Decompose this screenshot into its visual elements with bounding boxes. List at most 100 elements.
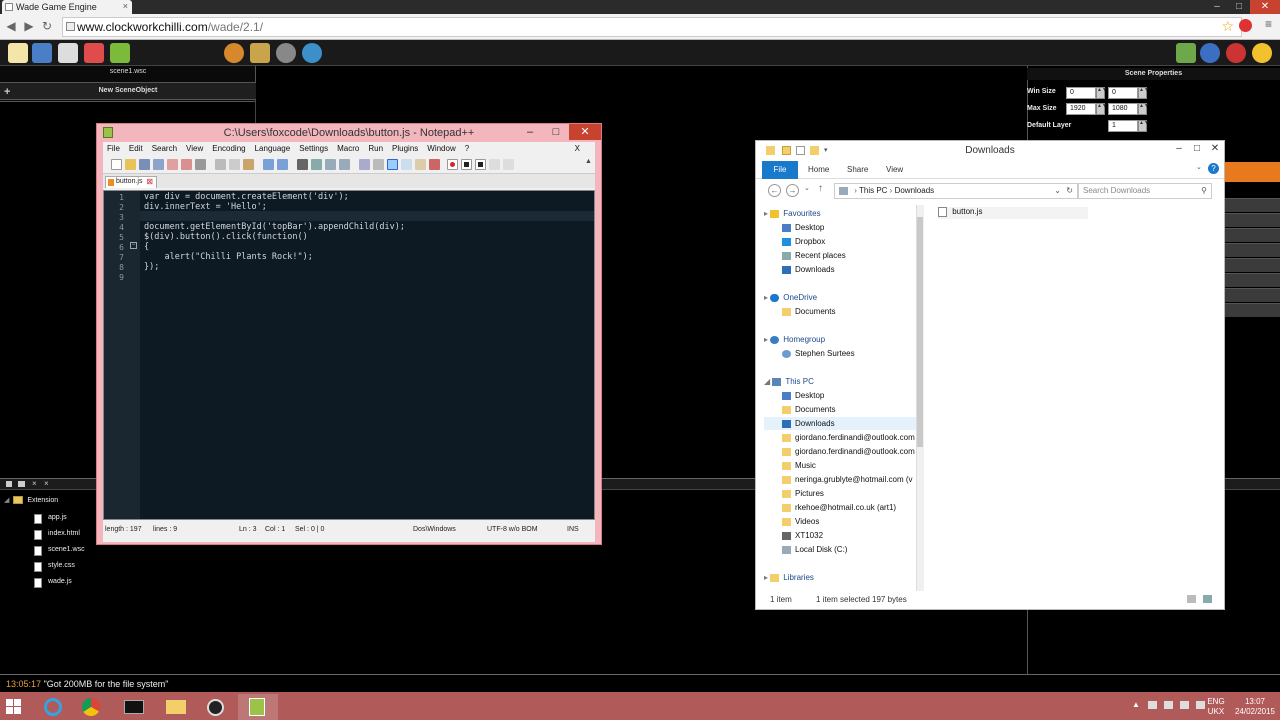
default-layer-input[interactable]: 1 (1108, 120, 1138, 132)
back-arrow-icon[interactable]: ◀ (4, 19, 18, 33)
replace-icon[interactable] (311, 159, 322, 170)
tree-root[interactable]: ◢ Extension (4, 496, 58, 505)
open-folder-icon[interactable] (32, 43, 52, 63)
nav-item[interactable]: giordano.ferdinandi@outlook.com (782, 447, 915, 456)
quick-access-folder-icon[interactable] (782, 146, 791, 155)
network-icon[interactable] (1180, 701, 1189, 709)
doc-map-icon[interactable] (415, 159, 426, 170)
property-row[interactable] (1225, 213, 1280, 227)
cut-icon[interactable] (215, 159, 226, 170)
undo-icon[interactable] (263, 159, 274, 170)
new-file-icon[interactable] (8, 43, 28, 63)
run-macro-multiple-icon[interactable] (489, 159, 500, 170)
explorer-title-bar[interactable]: ▾ Downloads – □ ✕ (756, 141, 1224, 161)
minimize-icon[interactable]: – (517, 124, 543, 140)
sun-icon[interactable] (224, 43, 244, 63)
obs-icon[interactable] (196, 694, 236, 720)
file-explorer-icon[interactable] (156, 694, 196, 720)
battery-icon[interactable] (1164, 701, 1173, 709)
tree-file-item[interactable]: app.js (34, 514, 67, 524)
redo-icon[interactable] (277, 159, 288, 170)
reload-icon[interactable]: ↻ (40, 19, 54, 33)
menu-encoding[interactable]: Encoding (212, 142, 245, 156)
max-size-width-spinner[interactable]: ▲▼ (1096, 103, 1107, 115)
notepad-plus-plus-icon[interactable] (238, 694, 278, 720)
selected-property-row[interactable] (1225, 162, 1280, 182)
maximize-icon[interactable]: □ (1228, 0, 1250, 14)
nav-item[interactable]: rkehoe@hotmail.co.uk (art1) (782, 503, 896, 512)
nav-item[interactable]: Pictures (782, 489, 824, 498)
menu-run[interactable]: Run (368, 142, 383, 156)
nav-item-selected[interactable]: Downloads (764, 417, 916, 430)
properties-icon[interactable] (796, 146, 805, 155)
record-macro-icon[interactable] (447, 159, 458, 170)
breadcrumb-this-pc[interactable]: This PC (859, 186, 887, 195)
tray-chevron-icon[interactable]: ▲ (1132, 700, 1140, 709)
nav-homegroup[interactable]: ▸ Homegroup (764, 335, 825, 344)
ribbon-file-tab[interactable]: File (762, 161, 798, 179)
tree-file-item[interactable]: style.css (34, 562, 75, 572)
menu-settings[interactable]: Settings (299, 142, 328, 156)
close-icon[interactable]: ✕ (569, 124, 601, 140)
new-scene-object-button[interactable]: + New SceneObject (0, 82, 256, 100)
menu-edit[interactable]: Edit (129, 142, 143, 156)
zoom-in-icon[interactable] (325, 159, 336, 170)
property-row[interactable] (1225, 303, 1280, 317)
nav-favourites[interactable]: ▸ Favourites (764, 209, 821, 218)
win-size-width-spinner[interactable]: ▲▼ (1096, 87, 1107, 99)
stop-macro-icon[interactable] (461, 159, 472, 170)
refresh-icon[interactable]: ↻ (1066, 184, 1073, 198)
help-icon[interactable] (1200, 43, 1220, 63)
tree-file-item[interactable]: scene1.wsc (34, 546, 85, 556)
nav-item[interactable]: Videos (782, 517, 819, 526)
address-bar[interactable]: www.clockworkchilli.com/wade/2.1/ (62, 17, 1242, 37)
close-icon[interactable]: ✕ (1206, 141, 1224, 157)
fold-marker-icon[interactable]: − (130, 242, 137, 249)
property-row[interactable] (1225, 198, 1280, 212)
nav-this-pc[interactable]: ◢ This PC (764, 377, 814, 386)
command-prompt-icon[interactable] (114, 694, 154, 720)
paste-icon[interactable] (243, 159, 254, 170)
code-editor[interactable]: 1 2 3 4 5 6 7 8 9 − var div = document.c… (103, 190, 595, 520)
show-all-chars-icon[interactable] (373, 159, 384, 170)
play-macro-icon[interactable] (475, 159, 486, 170)
save-icon[interactable] (84, 43, 104, 63)
nav-item[interactable]: giordano.ferdinandi@outlook.com (782, 433, 915, 442)
document-tab[interactable]: button.js ⊠ (105, 176, 157, 188)
quick-access-dropdown-icon[interactable]: ▾ (824, 141, 828, 161)
address-bar[interactable]: › This PC › Downloads ⌄ ↻ (834, 183, 1078, 199)
nav-item[interactable]: Dropbox (782, 237, 825, 246)
tools-icon[interactable] (250, 43, 270, 63)
indent-guide-icon[interactable] (387, 159, 398, 170)
import-icon[interactable] (58, 43, 78, 63)
save-macro-icon[interactable] (503, 159, 514, 170)
delete-small-icon[interactable]: × (44, 479, 49, 488)
default-layer-spinner[interactable]: ▲▼ (1138, 120, 1149, 132)
minimize-icon[interactable]: – (1170, 141, 1188, 157)
menu-macro[interactable]: Macro (337, 142, 359, 156)
menu-file[interactable]: File (107, 142, 120, 156)
clock[interactable]: 13:07 24/02/2015 (1232, 697, 1278, 717)
maximize-icon[interactable]: □ (1188, 141, 1206, 157)
new-file-icon[interactable] (111, 159, 122, 170)
new-file-small-icon[interactable] (6, 481, 12, 487)
menu-help[interactable]: ? (465, 142, 469, 156)
smiley-icon[interactable] (1252, 43, 1272, 63)
browser-tab[interactable]: Wade Game Engine × (2, 0, 132, 14)
nav-item[interactable]: Documents (782, 307, 835, 316)
forward-arrow-icon[interactable]: → (786, 184, 799, 197)
breadcrumb-downloads[interactable]: Downloads (895, 186, 935, 195)
nav-libraries[interactable]: ▸ Libraries (764, 573, 814, 582)
nav-item[interactable]: XT1032 (782, 531, 823, 540)
menu-search[interactable]: Search (152, 142, 177, 156)
cloud-icon[interactable] (302, 43, 322, 63)
copy-icon[interactable] (229, 159, 240, 170)
win-size-width-input[interactable]: 0 (1066, 87, 1096, 99)
nav-item[interactable]: neringa.grublyte@hotmail.com (v (782, 475, 913, 484)
property-row[interactable] (1225, 258, 1280, 272)
new-folder-icon[interactable] (810, 146, 819, 155)
close-doc-icon[interactable] (167, 159, 178, 170)
forward-arrow-icon[interactable]: ▶ (22, 19, 36, 33)
notepad-title-bar[interactable]: C:\Users\foxcode\Downloads\button.js - N… (97, 124, 601, 142)
large-icons-view-icon[interactable] (1203, 595, 1212, 603)
